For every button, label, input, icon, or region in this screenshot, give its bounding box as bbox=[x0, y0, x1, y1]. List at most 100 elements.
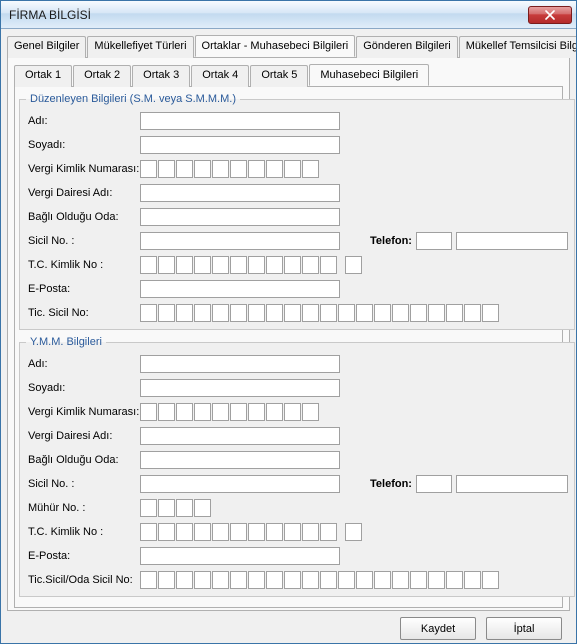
digit-cell[interactable] bbox=[320, 256, 337, 274]
digit-cell[interactable] bbox=[248, 160, 265, 178]
digit-cell[interactable] bbox=[158, 160, 175, 178]
digit-cell[interactable] bbox=[230, 256, 247, 274]
digit-cell[interactable] bbox=[194, 304, 211, 322]
digit-cell[interactable] bbox=[345, 523, 362, 541]
digit-cell[interactable] bbox=[194, 571, 211, 589]
tab-ortak1[interactable]: Ortak 1 bbox=[14, 65, 72, 87]
digit-cell[interactable] bbox=[194, 256, 211, 274]
digit-cell[interactable] bbox=[176, 256, 193, 274]
eposta-input-1[interactable] bbox=[140, 280, 340, 298]
tab-gonderen-bilgileri[interactable]: Gönderen Bilgileri bbox=[356, 36, 457, 58]
digit-cell[interactable] bbox=[230, 160, 247, 178]
digit-cell[interactable] bbox=[230, 571, 247, 589]
digit-cell[interactable] bbox=[482, 304, 499, 322]
digit-cell[interactable] bbox=[266, 571, 283, 589]
digit-cell[interactable] bbox=[158, 403, 175, 421]
eposta-input-2[interactable] bbox=[140, 547, 340, 565]
digit-cell[interactable] bbox=[176, 499, 193, 517]
sicil-input-2[interactable] bbox=[140, 475, 340, 493]
tab-ortak5[interactable]: Ortak 5 bbox=[250, 65, 308, 87]
telefon-area-input-2[interactable] bbox=[416, 475, 452, 493]
digit-cell[interactable] bbox=[464, 571, 481, 589]
digit-cell[interactable] bbox=[482, 571, 499, 589]
tab-genel-bilgiler[interactable]: Genel Bilgiler bbox=[7, 36, 86, 58]
digit-cell[interactable] bbox=[230, 304, 247, 322]
digit-cell[interactable] bbox=[266, 160, 283, 178]
soyadi-input-1[interactable] bbox=[140, 136, 340, 154]
digit-cell[interactable] bbox=[176, 403, 193, 421]
telefon-num-input-2[interactable] bbox=[456, 475, 568, 493]
digit-cell[interactable] bbox=[302, 304, 319, 322]
tab-mukellefiyet-turleri[interactable]: Mükellefiyet Türleri bbox=[87, 36, 193, 58]
digit-cell[interactable] bbox=[302, 523, 319, 541]
digit-cell[interactable] bbox=[140, 571, 157, 589]
digit-cell[interactable] bbox=[302, 403, 319, 421]
tab-ortak4[interactable]: Ortak 4 bbox=[191, 65, 249, 87]
digit-cell[interactable] bbox=[284, 571, 301, 589]
soyadi-input-2[interactable] bbox=[140, 379, 340, 397]
digit-cell[interactable] bbox=[392, 304, 409, 322]
digit-cell[interactable] bbox=[140, 160, 157, 178]
digit-cell[interactable] bbox=[320, 523, 337, 541]
digit-cell[interactable] bbox=[302, 571, 319, 589]
digit-cell[interactable] bbox=[302, 160, 319, 178]
tab-ortak3[interactable]: Ortak 3 bbox=[132, 65, 190, 87]
digit-cell[interactable] bbox=[176, 160, 193, 178]
digit-cell[interactable] bbox=[176, 571, 193, 589]
digit-cell[interactable] bbox=[140, 523, 157, 541]
digit-cell[interactable] bbox=[446, 304, 463, 322]
close-button[interactable] bbox=[528, 6, 572, 24]
digit-cell[interactable] bbox=[212, 571, 229, 589]
adi-input-2[interactable] bbox=[140, 355, 340, 373]
telefon-num-input-1[interactable] bbox=[456, 232, 568, 250]
sicil-input-1[interactable] bbox=[140, 232, 340, 250]
save-button[interactable]: Kaydet bbox=[400, 617, 476, 640]
digit-cell[interactable] bbox=[266, 256, 283, 274]
adi-input-1[interactable] bbox=[140, 112, 340, 130]
digit-cell[interactable] bbox=[248, 403, 265, 421]
oda-input-1[interactable] bbox=[140, 208, 340, 226]
digit-cell[interactable] bbox=[320, 304, 337, 322]
digit-cell[interactable] bbox=[410, 571, 427, 589]
digit-cell[interactable] bbox=[284, 304, 301, 322]
digit-cell[interactable] bbox=[284, 160, 301, 178]
digit-cell[interactable] bbox=[230, 403, 247, 421]
digit-cell[interactable] bbox=[176, 304, 193, 322]
digit-cell[interactable] bbox=[248, 256, 265, 274]
digit-cell[interactable] bbox=[212, 256, 229, 274]
digit-cell[interactable] bbox=[266, 403, 283, 421]
digit-cell[interactable] bbox=[374, 304, 391, 322]
digit-cell[interactable] bbox=[230, 523, 247, 541]
digit-cell[interactable] bbox=[140, 256, 157, 274]
digit-cell[interactable] bbox=[158, 571, 175, 589]
digit-cell[interactable] bbox=[194, 160, 211, 178]
digit-cell[interactable] bbox=[428, 304, 445, 322]
tab-ortaklar-muhasebeci[interactable]: Ortaklar - Muhasebeci Bilgileri bbox=[195, 35, 356, 57]
digit-cell[interactable] bbox=[356, 571, 373, 589]
digit-cell[interactable] bbox=[212, 304, 229, 322]
digit-cell[interactable] bbox=[140, 499, 157, 517]
digit-cell[interactable] bbox=[212, 523, 229, 541]
digit-cell[interactable] bbox=[284, 403, 301, 421]
digit-cell[interactable] bbox=[410, 304, 427, 322]
cancel-button[interactable]: İptal bbox=[486, 617, 562, 640]
digit-cell[interactable] bbox=[158, 256, 175, 274]
digit-cell[interactable] bbox=[212, 160, 229, 178]
telefon-area-input-1[interactable] bbox=[416, 232, 452, 250]
vdaire-input-2[interactable] bbox=[140, 427, 340, 445]
digit-cell[interactable] bbox=[284, 523, 301, 541]
digit-cell[interactable] bbox=[428, 571, 445, 589]
digit-cell[interactable] bbox=[194, 403, 211, 421]
digit-cell[interactable] bbox=[266, 523, 283, 541]
digit-cell[interactable] bbox=[464, 304, 481, 322]
digit-cell[interactable] bbox=[194, 523, 211, 541]
tab-ortak2[interactable]: Ortak 2 bbox=[73, 65, 131, 87]
digit-cell[interactable] bbox=[284, 256, 301, 274]
digit-cell[interactable] bbox=[446, 571, 463, 589]
digit-cell[interactable] bbox=[158, 523, 175, 541]
tab-mukellef-temsilcisi[interactable]: Mükellef Temsilcisi Bilgileri bbox=[459, 36, 576, 58]
digit-cell[interactable] bbox=[158, 499, 175, 517]
oda-input-2[interactable] bbox=[140, 451, 340, 469]
digit-cell[interactable] bbox=[248, 571, 265, 589]
digit-cell[interactable] bbox=[345, 256, 362, 274]
